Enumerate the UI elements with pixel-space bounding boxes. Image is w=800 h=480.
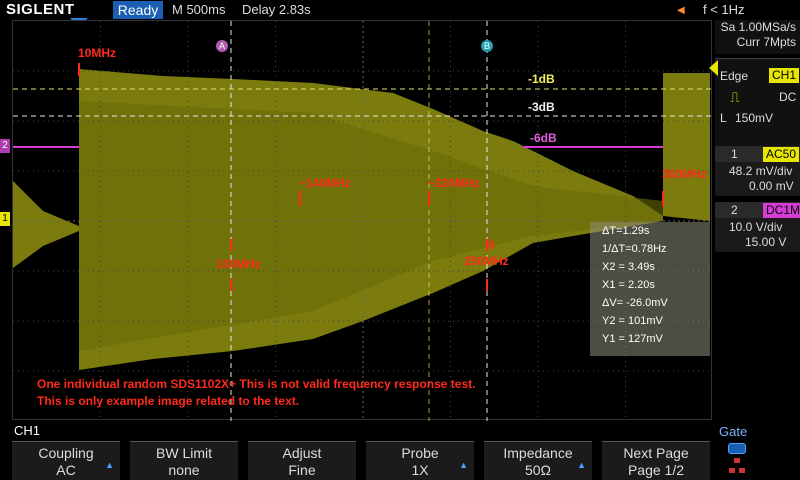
gate-toggle-icon[interactable] [728,443,746,454]
softkey-bw-limit-label: BW Limit [156,445,212,461]
trigger-level-prefix: L [720,111,727,125]
waveform-canvas [13,21,713,421]
memory-depth: Curr 7Mpts [736,35,796,49]
db-6-label: -6dB [530,131,557,145]
softkey-next-page-value: Page 1/2 [627,462,685,478]
ch1-offset: 0.00 mV [749,179,794,193]
sample-rate: Sa 1.00MSa/s [720,20,796,34]
db-1-label: -1dB [528,72,555,86]
cursor-measurement-panel: ΔT=1.29s 1/ΔT=0.78Hz X2 = 3.49s X1 = 2.2… [590,222,710,356]
right-info-panel: Sa 1.00MSa/s Curr 7Mpts Edge CH1 ⎍ DC L … [709,20,800,420]
x2-readout: X2 = 3.49s [602,261,655,273]
softkey-impedance[interactable]: Impedance 50Ω ▲ [484,441,592,480]
inv-delta-t-readout: 1/ΔT=0.78Hz [602,243,667,255]
delay-position-icon: ◀ [677,5,685,16]
softkey-coupling-value: AC [56,462,76,478]
ch1-scale: 48.2 mV/div [729,164,793,178]
frequency-counter: f < 1Hz [703,2,745,17]
ch2-info-box[interactable]: 2 DC1M 10.0 V/div 15.00 V [715,202,800,252]
softkey-next-page[interactable]: Next Page Page 1/2 [602,441,710,480]
y2-readout: Y2 = 101mV [602,315,663,327]
softkey-coupling-label: Coupling [38,445,94,461]
annot-140mhz: ~140MHz [299,176,351,190]
timebase-readout[interactable]: M 500ms [172,2,225,17]
delta-v-readout: ΔV= -26.0mV [602,297,668,309]
up-arrow-icon: ▲ [577,460,586,470]
softkey-bw-limit[interactable]: BW Limit none [130,441,238,480]
annot-220mhz: ~220MHz [428,176,480,190]
softkey-adjust-label: Adjust [282,445,322,461]
network-icon [729,458,745,474]
softkey-next-page-label: Next Page [623,445,689,461]
softkey-coupling[interactable]: Coupling AC ▲ [12,441,120,480]
ch2-coupling-badge: DC1M [763,203,800,218]
softkey-probe[interactable]: Probe 1X ▲ [366,441,474,480]
annot-250mhz: 250MHz [464,254,509,268]
softkey-bw-limit-value: none [168,462,200,478]
annot-360mhz: 360MHz [662,167,707,181]
y1-readout: Y1 = 127mV [602,333,663,345]
softkey-adjust-value: Fine [288,462,316,478]
annotation-notes: One individual random SDS1102X+ This is … [37,376,475,410]
trace-b-marker[interactable]: B [481,40,493,52]
ch2-level-marker[interactable]: 2 [0,139,10,153]
note-line-1: One individual random SDS1102X+ This is … [37,377,476,391]
trigger-coupling: DC [779,90,797,104]
ch2-number: 2 [731,203,738,217]
trigger-type: Edge [720,69,749,83]
annot-n: N [486,238,495,252]
brand-logo: SIGLENT [6,1,75,18]
ch2-offset: 15.00 V [745,235,787,249]
delta-t-readout: ΔT=1.29s [602,225,650,237]
acquisition-info[interactable]: Sa 1.00MSa/s Curr 7Mpts [715,20,800,54]
softkey-impedance-value: 50Ω [524,462,552,478]
trigger-level-arrow-icon [709,60,718,76]
note-line-2: This is only example image related to th… [37,394,300,408]
ch1-info-box[interactable]: 1 AC50 48.2 mV/div 0.00 mV [715,146,800,196]
trigger-info[interactable]: Edge CH1 ⎍ DC L 150mV [715,58,800,149]
trigger-level: 150mV [735,111,774,125]
ch1-coupling-badge: AC50 [763,147,800,162]
softkey-probe-value: 1X [411,462,429,478]
ch2-scale: 10.0 V/div [729,220,783,234]
gate-label[interactable]: Gate [719,424,747,439]
annot-100mhz: 100MHz [216,257,261,271]
softkey-impedance-label: Impedance [503,445,573,461]
ch1-number: 1 [731,147,738,161]
rising-edge-icon: ⎍ [730,89,740,105]
up-arrow-icon: ▲ [459,460,468,470]
trace-a-marker[interactable]: A [216,40,228,52]
db-3-label: -3dB [528,100,555,114]
annot-10mhz: 10MHz [78,46,117,60]
ch1-level-marker[interactable]: 1 [0,212,10,226]
delay-readout[interactable]: Delay 2.83s [242,2,311,17]
up-arrow-icon: ▲ [105,460,114,470]
waveform-display[interactable] [12,20,713,421]
active-channel-label: CH1 [14,423,41,438]
run-state-button[interactable]: Ready [113,1,163,19]
x1-readout: X1 = 2.20s [602,279,655,291]
trigger-source-badge: CH1 [769,68,800,83]
softkey-probe-label: Probe [401,445,439,461]
softkey-adjust[interactable]: Adjust Fine [248,441,356,480]
